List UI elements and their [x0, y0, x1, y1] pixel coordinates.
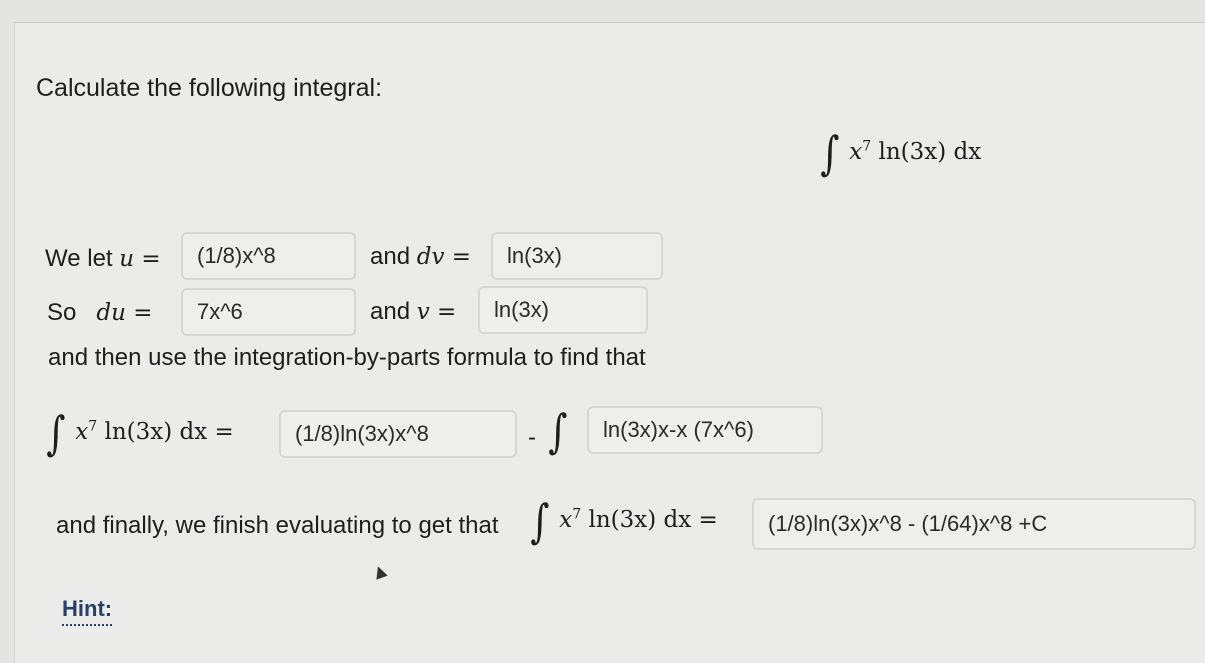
integral-sign-icon: ∫ — [820, 126, 840, 180]
question-panel — [14, 22, 1205, 663]
let-u-label: We let u = — [45, 245, 161, 272]
question-prompt: Calculate the following integral: — [36, 74, 383, 102]
du-input[interactable]: 7x^6 — [181, 288, 356, 336]
integral-sign-icon: ∫ — [46, 406, 66, 460]
integral-sign-icon: ∫ — [530, 494, 550, 548]
ibp-lhs: ∫ x7 ln(3x) dx = — [46, 406, 234, 460]
v-input[interactable]: ln(3x) — [478, 286, 648, 334]
minus-sign: - — [528, 424, 536, 451]
final-lhs: ∫ x7 ln(3x) dx = — [530, 494, 718, 548]
u-input[interactable]: (1/8)x^8 — [181, 232, 356, 280]
dv-label: and dv = — [370, 243, 472, 270]
vdu-input[interactable]: ln(3x)x-x (7x^6) — [587, 406, 823, 454]
so-du-label: So du = — [47, 299, 153, 326]
hint-link[interactable]: Hint: — [62, 596, 113, 626]
integral-sign-icon: ∫ — [548, 404, 568, 458]
final-instruction: and finally, we finish evaluating to get… — [56, 512, 499, 539]
dv-input[interactable]: ln(3x) — [491, 232, 663, 280]
final-answer-input[interactable]: (1/8)ln(3x)x^8 - (1/64)x^8 +C — [752, 498, 1196, 550]
integral-expression: ∫ x7 ln(3x) dx — [820, 126, 982, 180]
ibp-instruction: and then use the integration-by-parts fo… — [48, 344, 646, 371]
v-label: and v = — [370, 298, 457, 325]
uv-input[interactable]: (1/8)ln(3x)x^8 — [279, 410, 517, 458]
